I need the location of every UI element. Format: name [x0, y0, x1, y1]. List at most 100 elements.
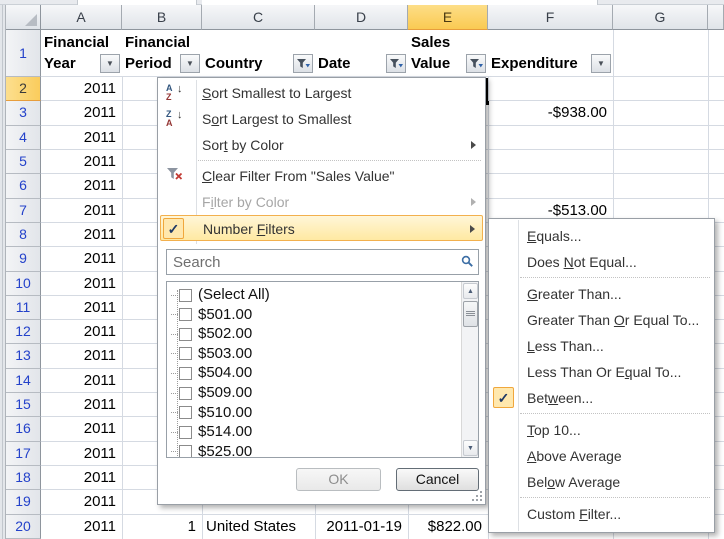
- submenu-item-top-10[interactable]: Top 10...: [491, 417, 712, 443]
- cell-A17[interactable]: 2011: [41, 442, 121, 466]
- menu-item-sort-by-color[interactable]: Sort by Color: [160, 132, 483, 158]
- colhead-F[interactable]: F: [488, 5, 613, 30]
- checkbox-icon[interactable]: [179, 445, 192, 458]
- cell-A18[interactable]: 2011: [41, 466, 121, 490]
- ok-button[interactable]: OK: [296, 468, 381, 491]
- submenu-item-between[interactable]: ✓Between...: [491, 385, 712, 411]
- header-cell-E[interactable]: Sales Value: [408, 30, 488, 76]
- cell-E20[interactable]: $822.00: [408, 515, 487, 539]
- submenu-item-below-average[interactable]: Below Average: [491, 469, 712, 495]
- rowhead-7[interactable]: 7: [6, 199, 41, 223]
- rowhead-13[interactable]: 13: [6, 344, 41, 368]
- cell-A3[interactable]: 2011: [41, 101, 121, 125]
- cell-A11[interactable]: 2011: [41, 296, 121, 320]
- list-scrollbar[interactable]: ▲ ▼: [461, 282, 478, 457]
- checkbox-icon[interactable]: [179, 308, 192, 321]
- rowhead-3[interactable]: 3: [6, 101, 41, 125]
- checkbox-icon[interactable]: [179, 367, 192, 380]
- cell-A19[interactable]: 2011: [41, 490, 121, 514]
- list-item[interactable]: $525.00: [171, 442, 252, 458]
- colhead-E[interactable]: E: [408, 5, 488, 30]
- cell-F3[interactable]: -$938.00: [488, 101, 612, 125]
- rowhead-11[interactable]: 11: [6, 296, 41, 320]
- cell-A5[interactable]: 2011: [41, 150, 121, 174]
- cell-A16[interactable]: 2011: [41, 417, 121, 441]
- scroll-thumb[interactable]: [463, 301, 478, 327]
- cell-A12[interactable]: 2011: [41, 320, 121, 344]
- rowhead-4[interactable]: 4: [6, 126, 41, 150]
- colhead-B[interactable]: B: [122, 5, 202, 30]
- header-cell-C[interactable]: Country: [202, 30, 315, 76]
- checkbox-icon[interactable]: [179, 387, 192, 400]
- cell-A20[interactable]: 2011: [41, 515, 121, 539]
- filter-dropdown-button-F[interactable]: ▼: [591, 54, 611, 73]
- submenu-item-less-than[interactable]: Less Than...: [491, 333, 712, 359]
- rowhead-9[interactable]: 9: [6, 247, 41, 271]
- header-cell-F[interactable]: Expenditure▼: [488, 30, 613, 76]
- resize-grip[interactable]: [472, 491, 482, 501]
- rowhead-16[interactable]: 16: [6, 417, 41, 441]
- rowhead-14[interactable]: 14: [6, 369, 41, 393]
- cancel-button[interactable]: Cancel: [396, 468, 479, 491]
- submenu-item-custom-filter[interactable]: Custom Filter...: [491, 501, 712, 527]
- list-item[interactable]: $503.00: [171, 344, 252, 364]
- filter-dropdown-button-A[interactable]: ▼: [100, 54, 120, 73]
- list-item[interactable]: (Select All): [171, 285, 270, 305]
- submenu-item-less-than-or-equal-to[interactable]: Less Than Or Equal To...: [491, 359, 712, 385]
- colhead-partial[interactable]: [708, 5, 724, 30]
- filter-applied-button-C[interactable]: [293, 54, 313, 73]
- rowhead-18[interactable]: 18: [6, 466, 41, 490]
- menu-item-sort-smallest-to-largest[interactable]: AZ↓Sort Smallest to Largest: [160, 80, 483, 106]
- submenu-item-equals[interactable]: Equals...: [491, 223, 712, 249]
- cell-A9[interactable]: 2011: [41, 247, 121, 271]
- list-item[interactable]: $502.00: [171, 324, 252, 344]
- cell-A6[interactable]: 2011: [41, 174, 121, 198]
- rowhead-15[interactable]: 15: [6, 393, 41, 417]
- rowhead-20[interactable]: 20: [6, 515, 41, 539]
- cell-A14[interactable]: 2011: [41, 369, 121, 393]
- rowhead-5[interactable]: 5: [6, 150, 41, 174]
- list-item[interactable]: $509.00: [171, 383, 252, 403]
- submenu-item-greater-than-or-equal-to[interactable]: Greater Than Or Equal To...: [491, 307, 712, 333]
- rowhead-12[interactable]: 12: [6, 320, 41, 344]
- submenu-item-does-not-equal[interactable]: Does Not Equal...: [491, 249, 712, 275]
- search-icon[interactable]: [461, 255, 474, 271]
- cell-A13[interactable]: 2011: [41, 344, 121, 368]
- menu-item-filter-by-color[interactable]: Filter by Color: [160, 189, 483, 215]
- cell-A2[interactable]: 2011: [41, 77, 121, 101]
- cell-A8[interactable]: 2011: [41, 223, 121, 247]
- checkbox-icon[interactable]: [179, 328, 192, 341]
- rowhead-19[interactable]: 19: [6, 490, 41, 514]
- colhead-C[interactable]: C: [202, 5, 315, 30]
- scroll-down-button[interactable]: ▼: [463, 440, 478, 456]
- rowhead-17[interactable]: 17: [6, 442, 41, 466]
- filter-applied-button-D[interactable]: [386, 54, 406, 73]
- rowhead-2[interactable]: 2: [6, 77, 41, 101]
- cell-A7[interactable]: 2011: [41, 199, 121, 223]
- header-cell-B[interactable]: Financial Period▼: [122, 30, 202, 76]
- list-item[interactable]: $504.00: [171, 363, 252, 383]
- colhead-A[interactable]: A: [41, 5, 122, 30]
- filter-applied-button-E[interactable]: [466, 54, 486, 73]
- submenu-item-above-average[interactable]: Above Average: [491, 443, 712, 469]
- colhead-D[interactable]: D: [315, 5, 408, 30]
- scroll-up-button[interactable]: ▲: [463, 283, 478, 299]
- list-item[interactable]: $510.00: [171, 403, 252, 423]
- filter-dropdown-button-B[interactable]: ▼: [180, 54, 200, 73]
- cell-D20[interactable]: 2011-01-19: [315, 515, 407, 539]
- header-cell-D[interactable]: Date: [315, 30, 408, 76]
- list-item[interactable]: $501.00: [171, 305, 252, 325]
- checkbox-icon[interactable]: [179, 347, 192, 360]
- cell-C20[interactable]: United States: [202, 515, 314, 539]
- menu-item-sort-largest-to-smallest[interactable]: ZA↓Sort Largest to Smallest: [160, 106, 483, 132]
- rowhead-1[interactable]: 1: [6, 30, 41, 77]
- cell-A10[interactable]: 2011: [41, 272, 121, 296]
- rowhead-8[interactable]: 8: [6, 223, 41, 247]
- submenu-item-greater-than[interactable]: Greater Than...: [491, 281, 712, 307]
- menu-item-number-filters[interactable]: ✓Number Filters: [160, 215, 483, 241]
- list-item[interactable]: $514.00: [171, 422, 252, 442]
- select-all-corner[interactable]: [6, 5, 41, 30]
- checkbox-icon[interactable]: [179, 406, 192, 419]
- checkbox-icon[interactable]: [179, 289, 192, 302]
- search-input[interactable]: [168, 251, 458, 273]
